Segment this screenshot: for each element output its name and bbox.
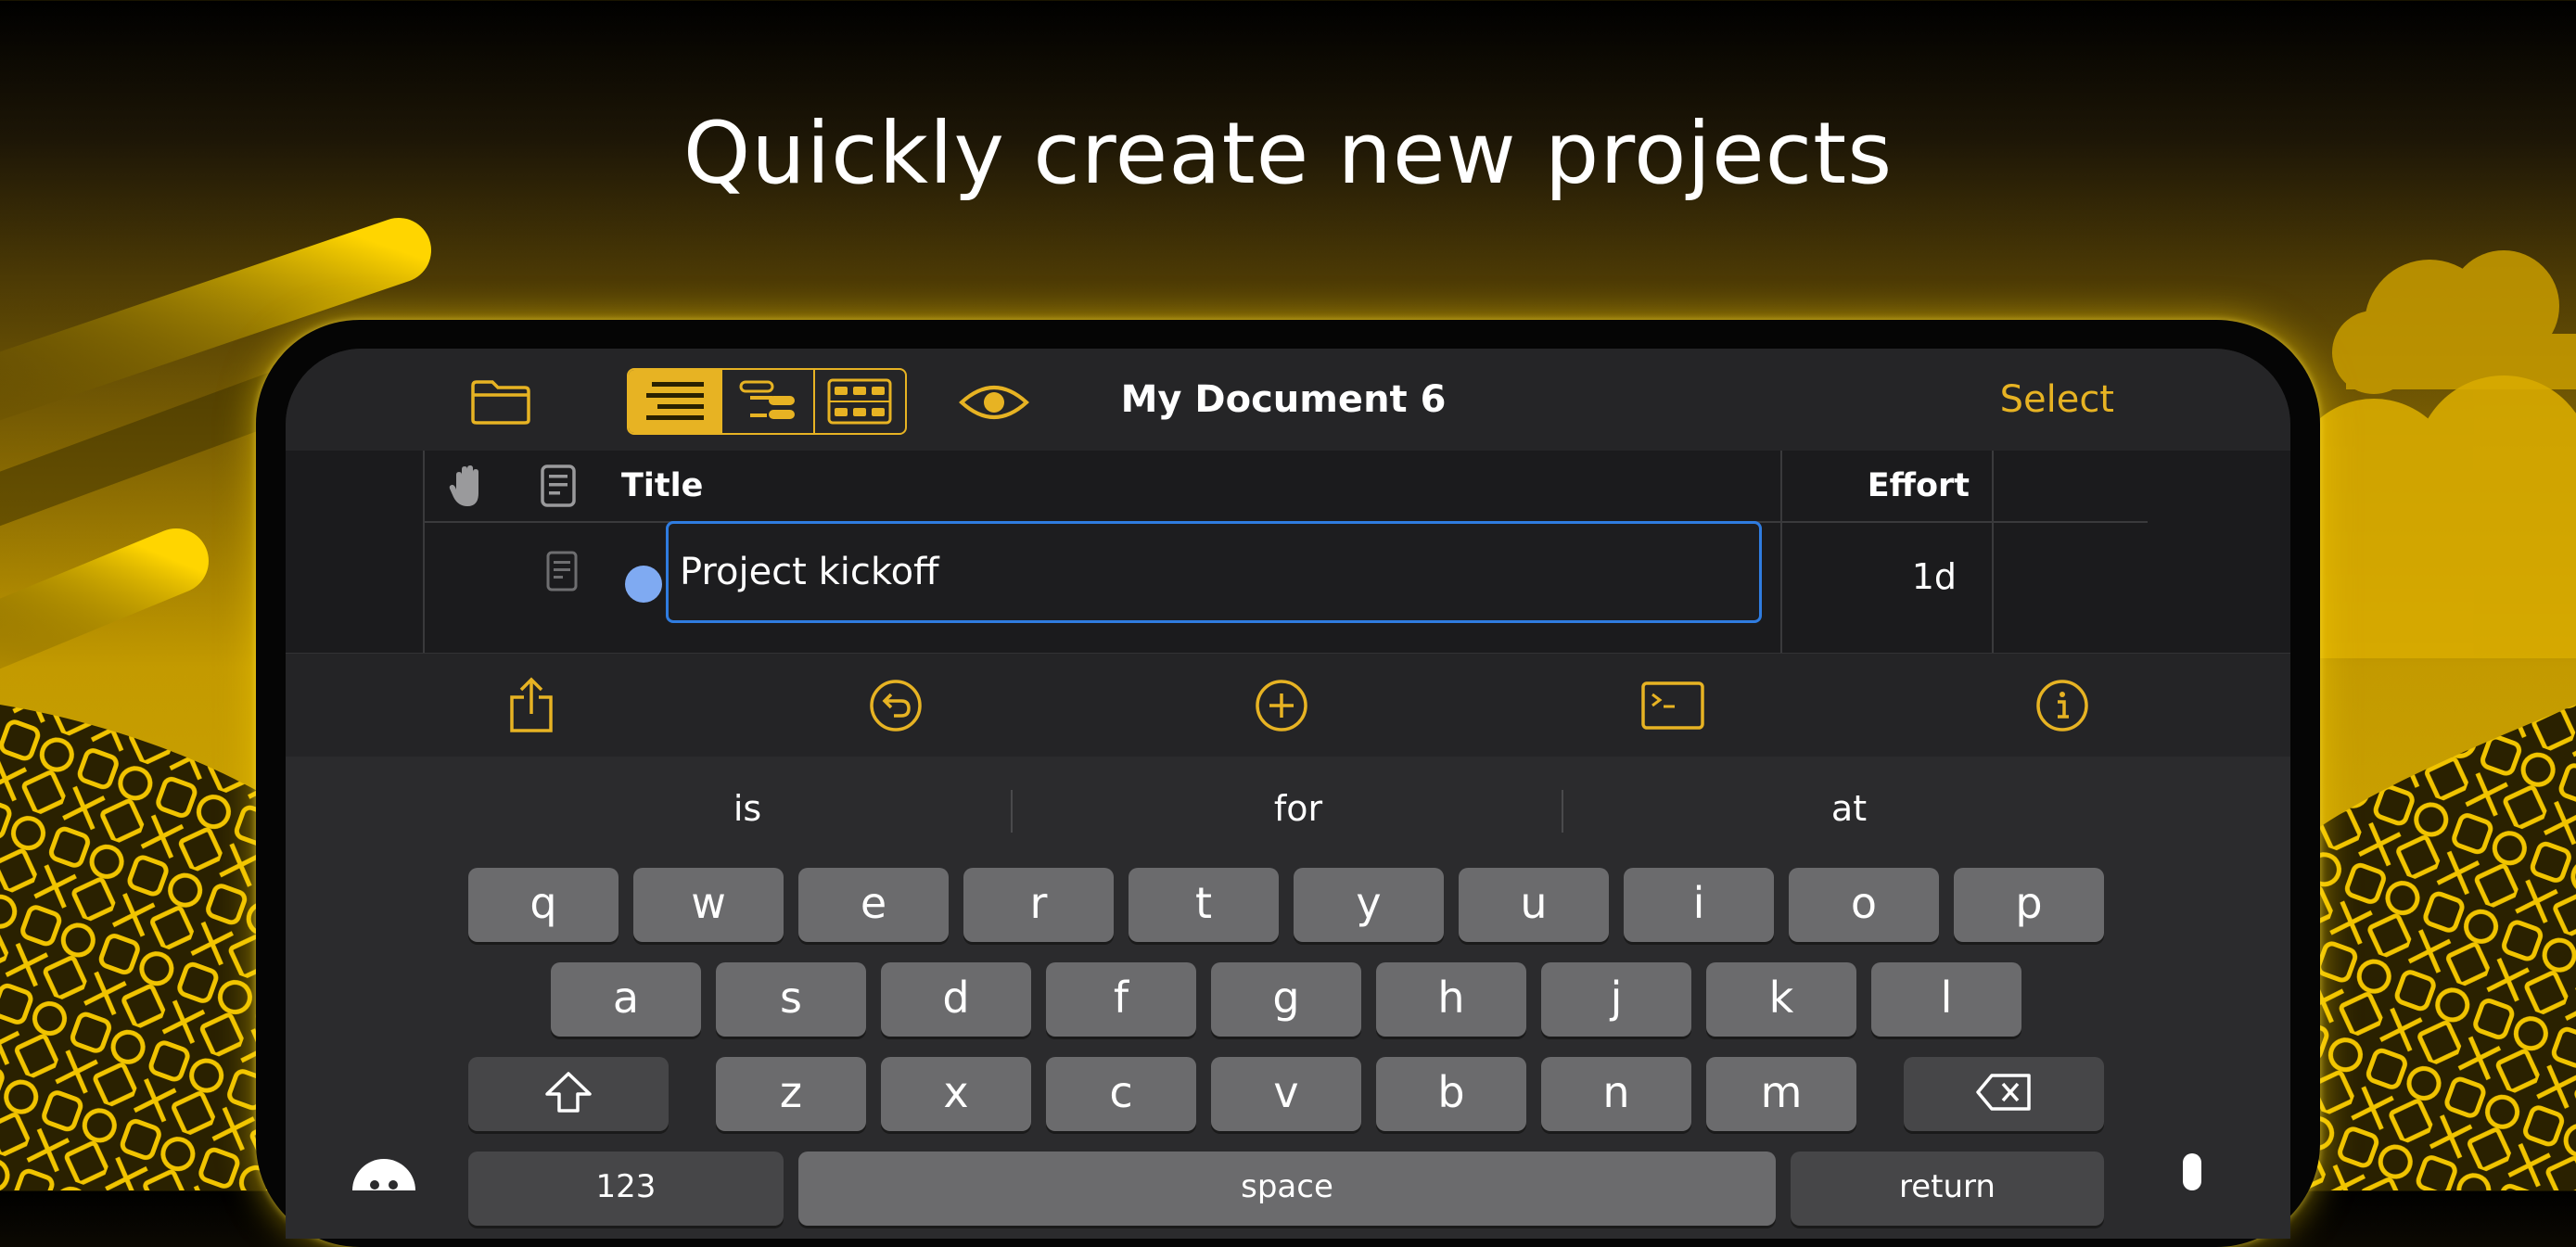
key-r[interactable]: r	[963, 868, 1114, 942]
numbers-key[interactable]: 123	[468, 1152, 784, 1226]
eye-icon[interactable]	[955, 376, 1033, 428]
outline-table: Title Effort Project kickoff 1d	[286, 451, 2290, 653]
dictation-key[interactable]	[2170, 1152, 2214, 1190]
view-mode-segmented-control	[627, 368, 907, 435]
microphone-icon	[2183, 1153, 2201, 1190]
key-t[interactable]: t	[1129, 868, 1279, 942]
notes-column-icon	[532, 460, 584, 512]
key-k[interactable]: k	[1706, 962, 1856, 1037]
key-u[interactable]: u	[1459, 868, 1609, 942]
task-status-dot[interactable]	[625, 566, 662, 603]
key-d[interactable]: d	[881, 962, 1031, 1037]
board-view-icon[interactable]	[812, 370, 905, 433]
column-header-effort[interactable]: Effort	[1782, 451, 1988, 521]
return-key[interactable]: return	[1791, 1152, 2104, 1226]
key-i[interactable]: i	[1624, 868, 1774, 942]
key-x[interactable]: x	[881, 1057, 1031, 1131]
suggestion-3[interactable]: at	[1575, 757, 2123, 860]
key-w[interactable]: w	[633, 868, 784, 942]
action-bar	[286, 653, 2290, 757]
task-effort-value[interactable]: 1d	[1782, 521, 1988, 632]
outline-view-icon[interactable]	[629, 370, 721, 433]
space-key[interactable]: space	[798, 1152, 1776, 1226]
backspace-icon	[1976, 1074, 2031, 1111]
gantt-view-icon[interactable]	[721, 370, 812, 433]
key-n[interactable]: n	[1541, 1057, 1691, 1131]
task-title-field[interactable]: Project kickoff	[666, 521, 1762, 623]
info-icon[interactable]	[2031, 674, 2094, 737]
delete-key[interactable]	[1904, 1057, 2104, 1131]
folder-icon[interactable]	[462, 375, 540, 430]
key-a[interactable]: a	[551, 962, 701, 1037]
row-note-icon[interactable]	[536, 543, 588, 599]
share-icon[interactable]	[499, 672, 564, 739]
console-icon[interactable]	[1639, 674, 1706, 737]
key-b[interactable]: b	[1376, 1057, 1526, 1131]
key-g[interactable]: g	[1211, 962, 1361, 1037]
key-z[interactable]: z	[716, 1057, 866, 1131]
add-icon[interactable]	[1250, 674, 1313, 737]
shift-icon	[545, 1072, 592, 1113]
headline: Quickly create new projects	[682, 104, 1894, 203]
select-button[interactable]: Select	[2000, 349, 2114, 451]
shift-key[interactable]	[468, 1057, 669, 1131]
key-c[interactable]: c	[1046, 1057, 1196, 1131]
onscreen-keyboard: is for at q w e r t y u i o p a s d f g …	[286, 757, 2290, 1239]
key-l[interactable]: l	[1871, 962, 2021, 1037]
top-toolbar: My Document 6 Select	[286, 349, 2290, 451]
key-y[interactable]: y	[1294, 868, 1444, 942]
key-e[interactable]: e	[798, 868, 949, 942]
key-f[interactable]: f	[1046, 962, 1196, 1037]
key-j[interactable]: j	[1541, 962, 1691, 1037]
column-header-title[interactable]: Title	[621, 451, 703, 521]
key-s[interactable]: s	[716, 962, 866, 1037]
key-v[interactable]: v	[1211, 1057, 1361, 1131]
document-title: My Document 6	[1120, 378, 1447, 421]
key-m[interactable]: m	[1706, 1057, 1856, 1131]
suggestion-2[interactable]: for	[1024, 757, 1573, 860]
app-screen: My Document 6 Select Title Effort Projec…	[286, 349, 2290, 1239]
key-h[interactable]: h	[1376, 962, 1526, 1037]
hand-icon	[441, 460, 493, 512]
key-p[interactable]: p	[1954, 868, 2104, 942]
emoji-key[interactable]	[351, 1157, 417, 1190]
emoji-icon	[352, 1159, 415, 1190]
key-o[interactable]: o	[1789, 868, 1939, 942]
key-q[interactable]: q	[468, 868, 618, 942]
suggestion-1[interactable]: is	[473, 757, 1022, 860]
undo-icon[interactable]	[864, 674, 927, 737]
